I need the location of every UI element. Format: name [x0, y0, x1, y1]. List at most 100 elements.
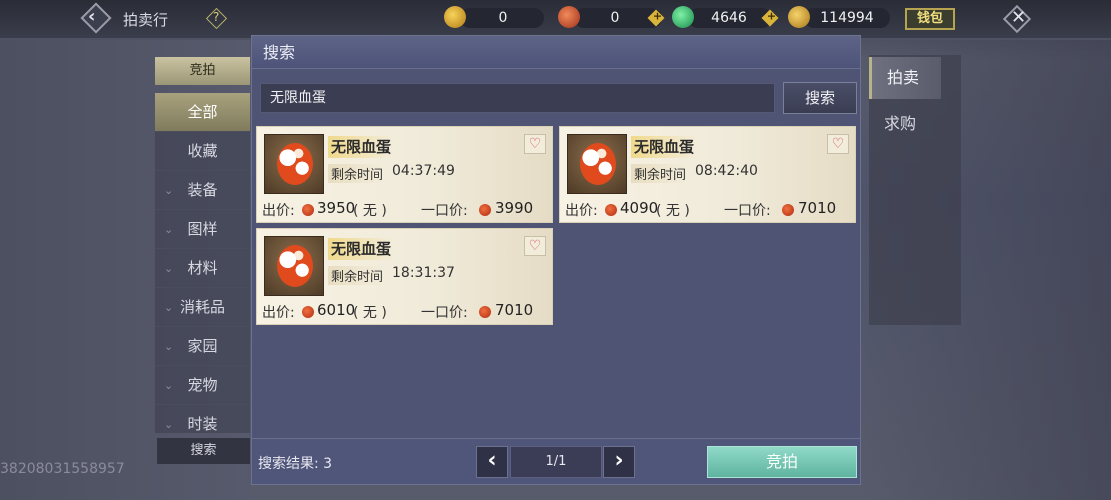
bid-value: 4090 — [620, 199, 659, 217]
next-page-button[interactable]: › — [603, 446, 635, 478]
red-coin-icon — [479, 204, 491, 216]
item-thumbnail — [264, 134, 324, 194]
blood-egg-icon — [277, 245, 313, 287]
currency-gold-ingot: 114994 — [788, 6, 898, 30]
buyout-value: 7010 — [798, 199, 837, 217]
chevron-down-icon: ⌄ — [164, 184, 174, 197]
close-button[interactable]: ✕ — [1002, 4, 1032, 34]
sidebar-item-patterns[interactable]: ⌄ 图样 — [155, 210, 250, 249]
chevron-down-icon: ⌄ — [164, 418, 174, 431]
item-name: 无限血蛋 — [328, 136, 395, 158]
bid-label: 出价: — [565, 203, 598, 219]
currency-value: 0 — [498, 10, 508, 26]
page-title: 拍卖行 — [123, 11, 169, 29]
favorite-heart-icon[interactable]: ♡ — [827, 134, 849, 154]
buyout-value: 3990 — [495, 199, 534, 217]
currency-value: 0 — [610, 10, 620, 26]
bid-note: ( 无 ) — [656, 203, 690, 219]
sidebar-item-label: 材料 — [187, 259, 218, 277]
help-button[interactable]: ? — [205, 7, 228, 30]
currency-gold-fan: 0 — [444, 6, 544, 30]
dialog-title: 搜索 — [252, 36, 860, 69]
time-remaining-label: 剩余时间 — [328, 164, 387, 183]
dialog-footer: 搜索结果: 3 ‹ 1/1 › 竞拍 — [252, 438, 860, 484]
bid-value: 3950 — [317, 199, 356, 217]
item-name: 无限血蛋 — [328, 238, 395, 260]
red-coin-icon — [302, 306, 314, 318]
sidebar-item-fashion[interactable]: ⌄ 时装 — [155, 405, 250, 433]
sidebar-item-label: 装备 — [187, 181, 218, 199]
gold-fan-icon — [444, 6, 466, 28]
time-remaining-value: 18:31:37 — [392, 265, 455, 281]
back-button-frame — [80, 2, 112, 34]
search-input[interactable]: 无限血蛋 — [260, 83, 775, 113]
currency-value: 4646 — [711, 10, 747, 26]
auction-item-card[interactable]: 无限血蛋 剩余时间 08:42:40 ♡ 出价: 4090 ( 无 ) 一口价:… — [559, 126, 856, 223]
result-count: 搜索结果: 3 — [258, 456, 333, 472]
buyout-label: 一口价: — [724, 203, 771, 219]
plus-icon: + — [766, 9, 777, 23]
sidebar-item-label: 收藏 — [187, 142, 218, 160]
page-indicator: 1/1 — [510, 446, 602, 478]
sidebar-item-home[interactable]: ⌄ 家园 — [155, 327, 250, 366]
red-coin-icon — [302, 204, 314, 216]
favorite-heart-icon[interactable]: ♡ — [524, 236, 546, 256]
chevron-left-icon: ‹ — [88, 6, 96, 27]
chevron-right-icon: › — [614, 448, 624, 473]
tab-buy-request[interactable]: 求购 — [869, 103, 941, 145]
search-dialog: 搜索 无限血蛋 搜索 无限血蛋 剩余时间 04:37:49 ♡ 出价: 3950… — [251, 35, 861, 485]
blood-egg-icon — [277, 143, 313, 185]
bid-value: 6010 — [317, 301, 356, 319]
item-thumbnail — [567, 134, 627, 194]
item-name: 无限血蛋 — [631, 136, 698, 158]
currency-value: 114994 — [820, 10, 874, 26]
auction-item-card[interactable]: 无限血蛋 剩余时间 04:37:49 ♡ 出价: 3950 ( 无 ) 一口价:… — [256, 126, 553, 223]
sidebar-item-label: 宠物 — [187, 376, 218, 394]
sidebar-search-button[interactable]: 搜索 — [157, 438, 250, 464]
tab-auction[interactable]: 拍卖 — [869, 57, 941, 99]
sidebar-item-pets[interactable]: ⌄ 宠物 — [155, 366, 250, 405]
red-coin-icon — [782, 204, 794, 216]
sidebar-item-all[interactable]: 全部 — [155, 93, 250, 132]
jade-icon — [672, 6, 694, 28]
chevron-down-icon: ⌄ — [164, 379, 174, 392]
buyout-value: 7010 — [495, 301, 534, 319]
back-button[interactable]: ‹ — [80, 2, 112, 34]
top-bar: ‹ 拍卖行 ? 0 0 + 4646 + 114994 钱包 ✕ — [0, 0, 1111, 38]
category-list: 全部 收藏 ⌄ 装备 ⌄ 图样 ⌄ 材料 ⌄ 消耗品 ⌄ 家园 ⌄ 宠物 ⌄ 时装 — [155, 93, 250, 433]
red-coin-icon — [479, 306, 491, 318]
sidebar-item-label: 图样 — [187, 220, 218, 238]
player-id: 3820803155895​7 — [0, 461, 125, 477]
auction-item-card[interactable]: 无限血蛋 剩余时间 18:31:37 ♡ 出价: 6010 ( 无 ) 一口价:… — [256, 228, 553, 325]
chevron-down-icon: ⌄ — [164, 301, 174, 314]
chevron-down-icon: ⌄ — [164, 223, 174, 236]
question-icon: ? — [213, 10, 220, 24]
category-sidebar: 竞拍 全部 收藏 ⌄ 装备 ⌄ 图样 ⌄ 材料 ⌄ 消耗品 ⌄ 家园 ⌄ 宠物 ⌄ 时装 搜索 — [155, 57, 250, 467]
close-icon: ✕ — [1011, 7, 1027, 28]
item-thumbnail — [264, 236, 324, 296]
bid-button[interactable]: 竞拍 — [707, 446, 857, 478]
right-tab-panel: 拍卖 求购 — [869, 55, 961, 325]
red-coin-icon — [605, 204, 617, 216]
bid-note: ( 无 ) — [353, 305, 387, 321]
prev-page-button[interactable]: ‹ — [476, 446, 508, 478]
sidebar-item-equipment[interactable]: ⌄ 装备 — [155, 171, 250, 210]
bid-note: ( 无 ) — [353, 203, 387, 219]
sidebar-item-label: 消耗品 — [179, 298, 225, 316]
bid-label: 出价: — [262, 305, 295, 321]
sidebar-item-label: 全部 — [187, 103, 218, 121]
sidebar-item-consumables[interactable]: ⌄ 消耗品 — [155, 288, 250, 327]
bid-label: 出价: — [262, 203, 295, 219]
blood-egg-icon — [580, 143, 616, 185]
time-remaining-value: 04:37:49 — [392, 163, 455, 179]
sidebar-item-materials[interactable]: ⌄ 材料 — [155, 249, 250, 288]
sidebar-header-auction[interactable]: 竞拍 — [155, 57, 250, 85]
sidebar-item-favorites[interactable]: 收藏 — [155, 132, 250, 171]
time-remaining-label: 剩余时间 — [631, 164, 690, 183]
favorite-heart-icon[interactable]: ♡ — [524, 134, 546, 154]
chevron-down-icon: ⌄ — [164, 340, 174, 353]
wallet-button[interactable]: 钱包 — [905, 8, 955, 30]
gold-ingot-icon — [788, 6, 810, 28]
buyout-label: 一口价: — [421, 203, 468, 219]
search-button[interactable]: 搜索 — [783, 82, 857, 114]
